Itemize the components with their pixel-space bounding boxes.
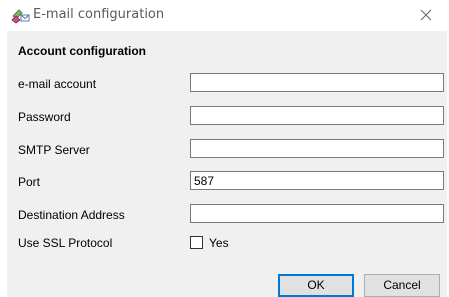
- password-label: Password: [18, 110, 71, 124]
- ssl-checkbox[interactable]: [190, 236, 203, 249]
- email-configuration-dialog: E-mail configuration Account configurati…: [0, 0, 449, 297]
- cancel-button[interactable]: Cancel: [364, 274, 440, 297]
- close-button[interactable]: [403, 0, 449, 31]
- title-bar: E-mail configuration: [0, 0, 449, 31]
- email-account-label: e-mail account: [18, 77, 97, 91]
- smtp-server-label: SMTP Server: [18, 143, 90, 157]
- use-ssl-label: Use SSL Protocol: [18, 236, 113, 250]
- close-icon: [420, 9, 432, 21]
- smtp-server-input[interactable]: [190, 139, 444, 158]
- window-title: E-mail configuration: [33, 7, 165, 22]
- destination-address-input[interactable]: [190, 204, 444, 223]
- email-settings-icon: [10, 6, 30, 24]
- dialog-content: Account configuration e-mail account Pas…: [7, 31, 447, 297]
- destination-address-label: Destination Address: [18, 208, 125, 222]
- port-input[interactable]: [190, 171, 444, 190]
- section-title: Account configuration: [18, 44, 146, 58]
- ssl-checkbox-label[interactable]: Yes: [209, 236, 229, 250]
- email-account-input[interactable]: [190, 73, 444, 92]
- password-input[interactable]: [190, 106, 444, 125]
- ok-button[interactable]: OK: [278, 274, 354, 297]
- port-label: Port: [18, 175, 41, 189]
